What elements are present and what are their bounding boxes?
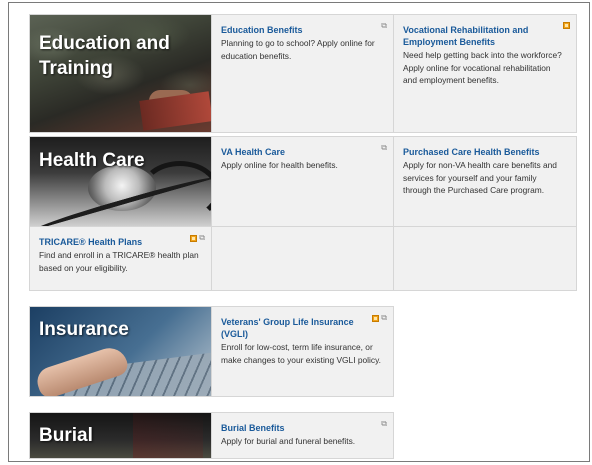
va-health-care-link[interactable]: VA Health Care — [221, 146, 383, 158]
burial-title: Burial — [39, 425, 93, 446]
empty-cell — [212, 227, 394, 291]
insurance-hero-image: Insurance — [29, 306, 212, 397]
external-link-icon[interactable]: ⧉ — [381, 144, 387, 152]
health-care-hero-image: Health Care — [29, 136, 212, 227]
va-health-care-description: Apply online for health benefits. — [221, 160, 338, 170]
purchased-care-link[interactable]: Purchased Care Health Benefits — [403, 146, 566, 158]
vocational-rehab-card[interactable]: Vocational Rehabilitation and Employment… — [394, 14, 577, 133]
external-link-icon[interactable]: ⧉ — [199, 234, 205, 242]
vgli-description: Enroll for low-cost, term life insurance… — [221, 342, 381, 365]
health-care-title: Health Care — [39, 150, 145, 171]
form-icon[interactable] — [372, 314, 380, 322]
external-link-icon[interactable]: ⧉ — [381, 420, 387, 428]
form-icon[interactable] — [190, 234, 198, 242]
tricare-card[interactable]: TRICARE® Health Plans Find and enroll in… — [29, 227, 212, 291]
vgli-link[interactable]: Veterans' Group Life Insurance (VGLI) — [221, 316, 383, 340]
burial-hero-image: Burial — [29, 412, 212, 459]
external-link-icon[interactable]: ⧉ — [381, 22, 387, 30]
tricare-description: Find and enroll in a TRICARE® health pla… — [39, 250, 199, 273]
vocational-rehab-description: Need help getting back into the workforc… — [403, 50, 562, 85]
burial-benefits-description: Apply for burial and funeral benefits. — [221, 436, 356, 446]
vgli-card[interactable]: Veterans' Group Life Insurance (VGLI) En… — [212, 306, 394, 397]
burial-benefits-card[interactable]: Burial Benefits Apply for burial and fun… — [212, 412, 394, 459]
purchased-care-card[interactable]: Purchased Care Health Benefits Apply for… — [394, 136, 577, 227]
insurance-title: Insurance — [39, 319, 129, 340]
purchased-care-description: Apply for non-VA health care benefits an… — [403, 160, 557, 195]
education-benefits-card[interactable]: Education Benefits Planning to go to sch… — [212, 14, 394, 133]
education-hero-image: Education and Training — [29, 14, 212, 133]
tricare-link[interactable]: TRICARE® Health Plans — [39, 236, 201, 248]
burial-benefits-link[interactable]: Burial Benefits — [221, 422, 383, 434]
external-link-icon[interactable]: ⧉ — [381, 314, 387, 322]
education-benefits-link[interactable]: Education Benefits — [221, 24, 383, 36]
empty-cell — [394, 227, 577, 291]
education-title-line2: Training — [39, 58, 113, 79]
benefits-panel: Education and Training Education Benefit… — [8, 2, 590, 462]
vocational-rehab-link[interactable]: Vocational Rehabilitation and Employment… — [403, 24, 566, 48]
education-title-line1: Education and — [39, 33, 170, 54]
va-health-care-card[interactable]: VA Health Care Apply online for health b… — [212, 136, 394, 227]
education-benefits-description: Planning to go to school? Apply online f… — [221, 38, 375, 61]
form-icon[interactable] — [563, 22, 570, 29]
